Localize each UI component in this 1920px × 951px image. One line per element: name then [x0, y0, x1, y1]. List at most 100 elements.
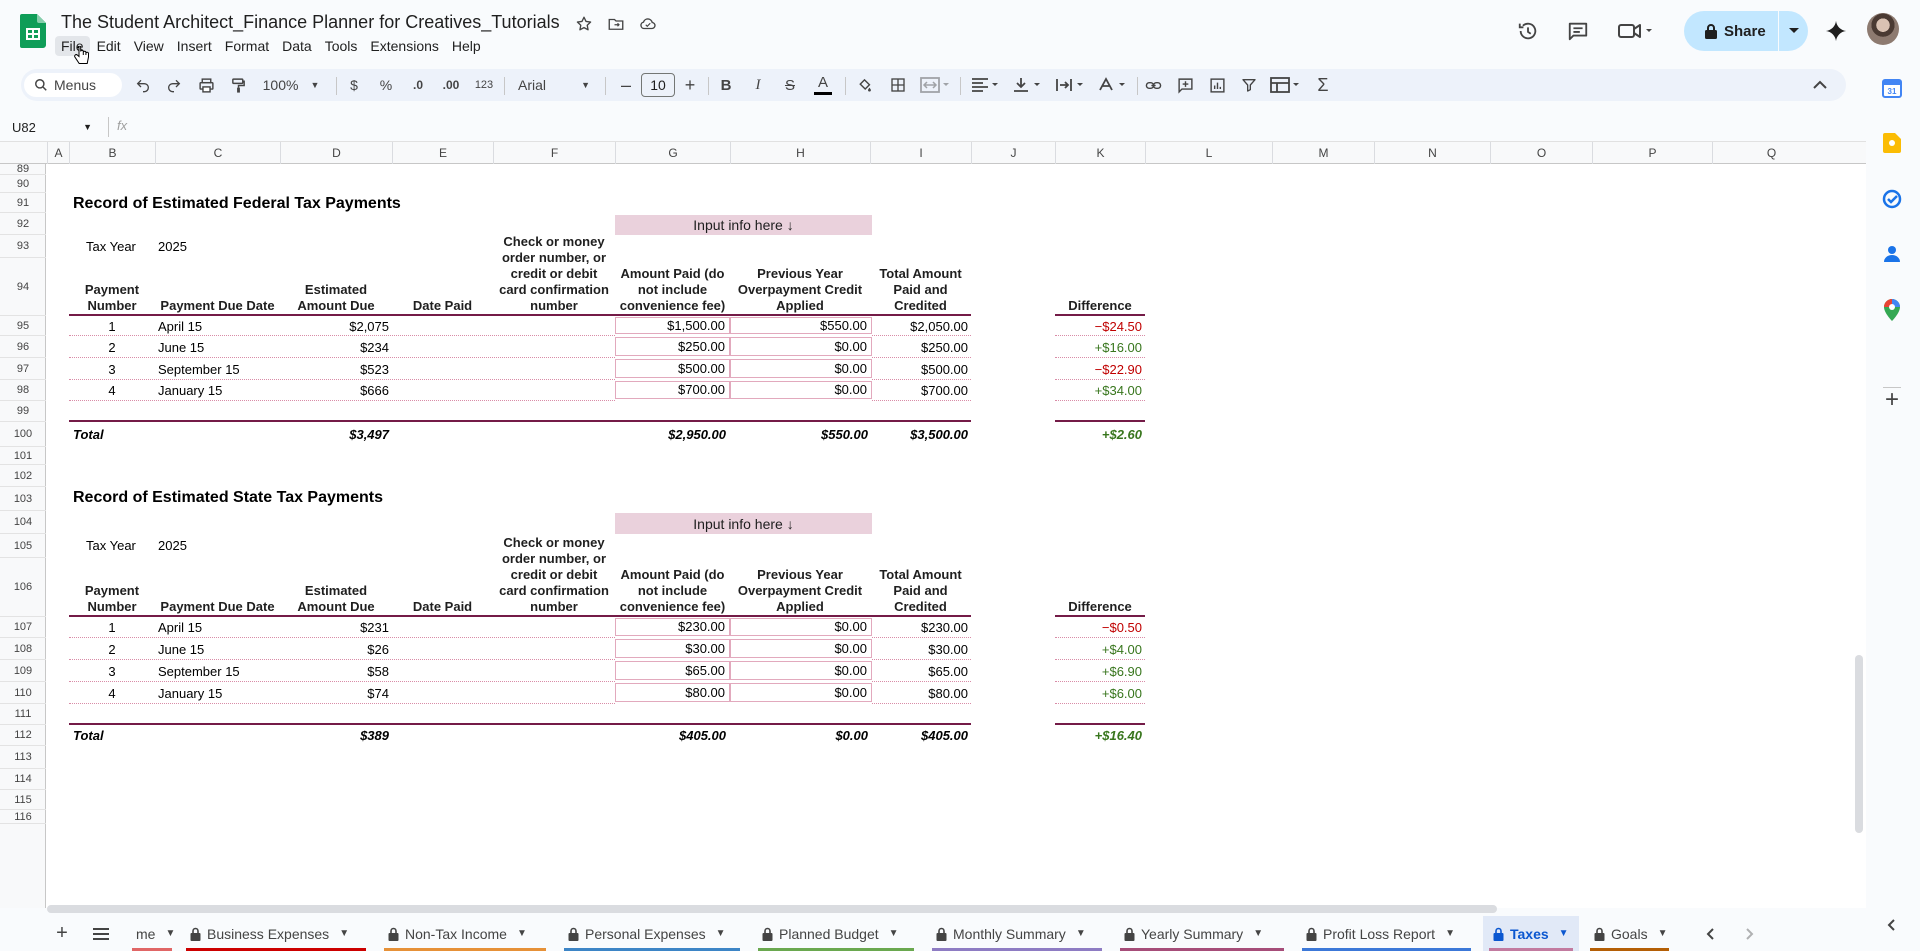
cloud-saved-icon[interactable] — [637, 13, 659, 35]
menu-edit[interactable]: Edit — [91, 36, 127, 56]
more-formats-button[interactable]: 123 — [471, 73, 497, 97]
state-row-4-amount-paid[interactable]: $80.00 — [615, 685, 725, 700]
add-sheet-button[interactable]: + — [50, 916, 74, 951]
expand-side-panel-icon[interactable] — [1879, 912, 1905, 938]
menus-search[interactable]: Menus — [24, 73, 122, 97]
state-row-1-overpayment[interactable]: $0.00 — [730, 619, 867, 634]
increase-font-size-button[interactable]: + — [680, 73, 700, 97]
menu-format[interactable]: Format — [219, 36, 275, 56]
percent-format-button[interactable]: % — [376, 73, 396, 97]
document-title[interactable]: The Student Architect_Finance Planner fo… — [61, 12, 560, 33]
version-history-icon[interactable] — [1514, 17, 1542, 45]
sheets-logo-icon[interactable] — [20, 14, 46, 48]
scroll-tabs-left-icon[interactable] — [1698, 916, 1722, 951]
federal-row-3-overpayment[interactable]: $0.00 — [730, 361, 867, 376]
sheet-tab-business-expenses[interactable]: Business Expenses ▼ — [180, 916, 372, 951]
insert-chart-icon[interactable] — [1205, 73, 1229, 97]
horizontal-scrollbar[interactable] — [47, 905, 1497, 913]
print-icon[interactable] — [194, 73, 218, 97]
comments-icon[interactable] — [1564, 17, 1592, 45]
sheet-tab-non-tax-income[interactable]: Non-Tax Income ▼ — [378, 916, 552, 951]
decrease-font-size-button[interactable]: – — [616, 73, 636, 97]
collapse-toolbar-icon[interactable] — [1808, 73, 1832, 97]
chevron-down-icon[interactable]: ▼ — [1559, 928, 1569, 939]
sheet-tab-taxes[interactable]: Taxes ▼ — [1483, 916, 1579, 951]
currency-format-button[interactable]: $ — [345, 73, 363, 97]
borders-icon[interactable] — [886, 73, 910, 97]
add-addon-icon[interactable]: + — [1879, 386, 1905, 413]
menu-extensions[interactable]: Extensions — [364, 36, 444, 56]
federal-row-4-amount-paid[interactable]: $700.00 — [615, 382, 725, 397]
undo-icon[interactable] — [131, 73, 155, 97]
font-select[interactable]: Arial ▼ — [512, 73, 596, 97]
state-row-1-amount-paid[interactable]: $230.00 — [615, 619, 725, 634]
sheet-tab-goals[interactable]: Goals ▼ — [1584, 916, 1675, 951]
federal-row-2-amount-paid[interactable]: $250.00 — [615, 339, 725, 354]
font-size-input[interactable]: 10 — [641, 73, 675, 97]
chevron-down-icon[interactable]: ▼ — [716, 928, 726, 939]
increase-decimal-button[interactable]: .00 — [437, 73, 465, 97]
text-rotation-icon[interactable] — [1095, 73, 1129, 97]
menu-help[interactable]: Help — [446, 36, 487, 56]
state-row-3-amount-paid[interactable]: $65.00 — [615, 663, 725, 678]
chevron-down-icon[interactable]: ▼ — [165, 928, 175, 939]
paint-format-icon[interactable] — [226, 73, 250, 97]
account-avatar[interactable] — [1867, 13, 1899, 45]
state-row-2-overpayment[interactable]: $0.00 — [730, 641, 867, 656]
filter-icon[interactable] — [1237, 73, 1261, 97]
name-box[interactable]: U82 ▼ — [12, 118, 96, 136]
chevron-down-icon[interactable]: ▼ — [1658, 928, 1668, 939]
text-color-button[interactable]: A — [811, 73, 835, 97]
fill-color-icon[interactable] — [852, 73, 876, 97]
bold-button[interactable]: B — [715, 73, 737, 97]
federal-row-1-overpayment[interactable]: $550.00 — [730, 318, 867, 333]
strikethrough-button[interactable]: S — [779, 73, 801, 97]
functions-icon[interactable]: Σ — [1311, 73, 1335, 97]
state-row-3-overpayment[interactable]: $0.00 — [730, 663, 867, 678]
gemini-icon[interactable] — [1822, 17, 1850, 45]
state-tax-year-value[interactable]: 2025 — [158, 538, 187, 553]
chevron-down-icon[interactable]: ▼ — [1445, 928, 1455, 939]
scroll-tabs-right-icon[interactable] — [1738, 916, 1762, 951]
sheet-tab-planned-budget[interactable]: Planned Budget ▼ — [752, 916, 920, 951]
chevron-down-icon[interactable]: ▼ — [1076, 928, 1086, 939]
vertical-scrollbar[interactable] — [1855, 655, 1863, 833]
menu-data[interactable]: Data — [276, 36, 318, 56]
move-folder-icon[interactable] — [605, 13, 627, 35]
share-main[interactable]: Share — [1684, 11, 1778, 51]
sheet-tab-profit-loss-report[interactable]: Profit Loss Report ▼ — [1296, 916, 1477, 951]
maps-icon[interactable] — [1879, 297, 1905, 323]
horizontal-align-icon[interactable] — [968, 73, 1002, 97]
state-row-4-overpayment[interactable]: $0.00 — [730, 685, 867, 700]
zoom-select[interactable]: 100% ▼ — [259, 73, 323, 97]
sheet-tab-personal-expenses[interactable]: Personal Expenses ▼ — [558, 916, 746, 951]
meet-icon[interactable] — [1616, 17, 1656, 45]
chevron-down-icon[interactable]: ▼ — [517, 928, 527, 939]
chevron-down-icon[interactable]: ▼ — [889, 928, 899, 939]
chevron-down-icon[interactable]: ▼ — [339, 928, 349, 939]
menu-insert[interactable]: Insert — [171, 36, 218, 56]
federal-row-1-amount-paid[interactable]: $1,500.00 — [615, 318, 725, 333]
sheet-tab-me[interactable]: me ▼ — [126, 916, 178, 951]
insert-comment-icon[interactable] — [1173, 73, 1197, 97]
insert-link-icon[interactable] — [1141, 73, 1165, 97]
federal-row-4-overpayment[interactable]: $0.00 — [730, 382, 867, 397]
menu-tools[interactable]: Tools — [319, 36, 364, 56]
chevron-down-icon[interactable]: ▼ — [1253, 928, 1263, 939]
filter-views-icon[interactable] — [1268, 73, 1304, 97]
share-button[interactable]: Share — [1684, 11, 1808, 51]
federal-row-2-overpayment[interactable]: $0.00 — [730, 339, 867, 354]
tasks-icon[interactable] — [1879, 186, 1905, 212]
vertical-align-icon[interactable] — [1010, 73, 1044, 97]
all-sheets-icon[interactable] — [88, 916, 114, 951]
state-row-2-amount-paid[interactable]: $30.00 — [615, 641, 725, 656]
federal-row-3-amount-paid[interactable]: $500.00 — [615, 361, 725, 376]
text-wrapping-icon[interactable] — [1053, 73, 1087, 97]
contacts-icon[interactable] — [1879, 241, 1905, 267]
sheet-grid[interactable]: ABCDEFGHIJKLMNOPQ 89 90 91 92 93 94 95 96 97 98 99… — [0, 142, 1866, 908]
share-dropdown-icon[interactable] — [1779, 11, 1808, 51]
calendar-icon[interactable]: 31 — [1879, 75, 1905, 101]
decrease-decimal-button[interactable]: .0 — [405, 73, 431, 97]
star-icon[interactable] — [573, 13, 595, 35]
menu-view[interactable]: View — [128, 36, 170, 56]
